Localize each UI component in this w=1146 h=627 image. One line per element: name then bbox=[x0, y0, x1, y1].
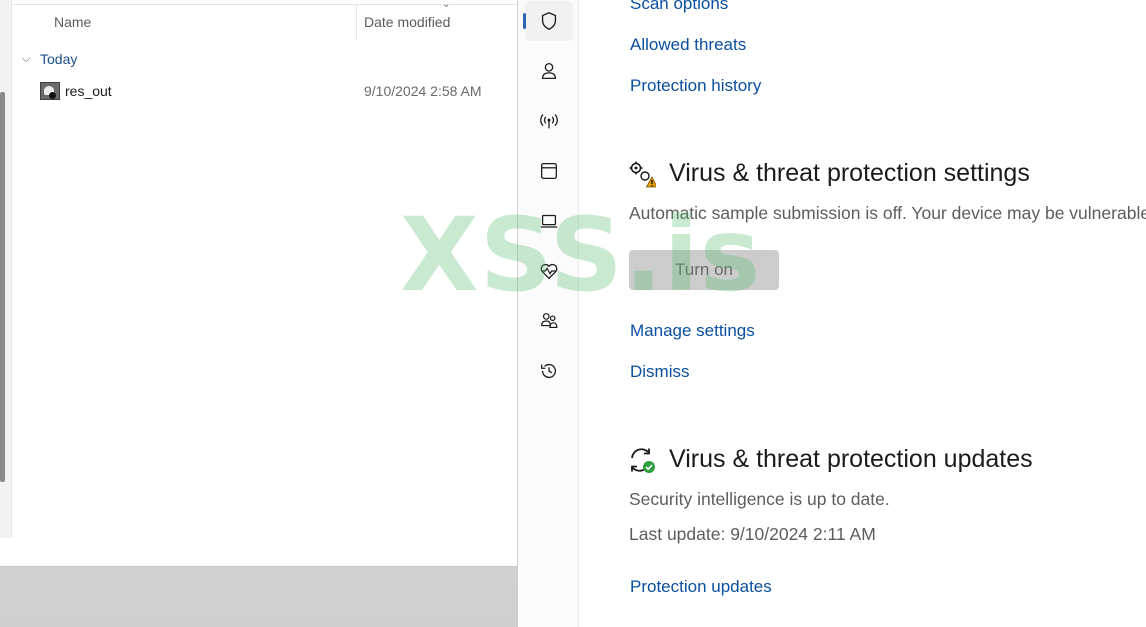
dismiss-link[interactable]: Dismiss bbox=[630, 362, 690, 382]
active-nav-indicator bbox=[523, 13, 526, 29]
history-icon bbox=[541, 363, 557, 379]
allowed-threats-link[interactable]: Allowed threats bbox=[630, 35, 746, 55]
scan-options-link[interactable]: Scan options bbox=[630, 0, 728, 14]
intelligence-status: Security intelligence is up to date. bbox=[629, 489, 890, 509]
device-security-icon bbox=[540, 214, 558, 228]
file-row[interactable]: res_out 9/10/2024 2:58 AM bbox=[38, 80, 508, 104]
updates-section-title: Virus & threat protection updates bbox=[669, 445, 1033, 473]
nav-firewall[interactable] bbox=[525, 101, 573, 141]
screen: Name ⌄ Date modified ⌵ Today res_out 9/1… bbox=[0, 0, 1146, 627]
nav-protection-history[interactable] bbox=[525, 351, 573, 391]
column-divider[interactable] bbox=[356, 5, 357, 39]
navigation-scrollbar[interactable] bbox=[0, 92, 5, 482]
nav-account-protection[interactable] bbox=[525, 51, 573, 91]
file-name: res_out bbox=[65, 83, 112, 99]
protection-history-link[interactable]: Protection history bbox=[630, 76, 761, 96]
protection-updates-link[interactable]: Protection updates bbox=[630, 577, 772, 597]
update-sync-icon bbox=[631, 448, 655, 473]
network-icon bbox=[540, 114, 558, 129]
column-header-bar: Name ⌄ Date modified bbox=[12, 0, 517, 39]
group-header-today[interactable]: ⌵ Today bbox=[22, 49, 77, 69]
file-explorer-window: Name ⌄ Date modified ⌵ Today res_out 9/1… bbox=[0, 0, 517, 567]
nav-device-health[interactable] bbox=[525, 251, 573, 291]
settings-section-title: Virus & threat protection settings bbox=[669, 159, 1030, 187]
account-icon bbox=[541, 63, 557, 79]
sample-submission-warning: Automatic sample submission is off. Your… bbox=[629, 203, 1146, 223]
group-label: Today bbox=[40, 51, 78, 67]
navigation-pane bbox=[0, 0, 12, 538]
chevron-down-icon[interactable]: ⌵ bbox=[22, 53, 40, 66]
settings-warning-icon bbox=[629, 161, 656, 188]
nav-family-options[interactable] bbox=[525, 301, 573, 341]
last-update-text: Last update: 9/10/2024 2:11 AM bbox=[629, 524, 876, 544]
file-date-modified: 9/10/2024 2:58 AM bbox=[364, 83, 482, 99]
family-options-icon bbox=[541, 313, 558, 329]
turn-on-button[interactable]: Turn on bbox=[629, 250, 779, 290]
image-file-icon bbox=[40, 82, 60, 100]
nav-app-browser-control[interactable] bbox=[525, 151, 573, 191]
column-header-name[interactable]: Name bbox=[54, 14, 91, 30]
windows-security-window: Scan options Allowed threats Protection … bbox=[517, 0, 1146, 627]
nav-device-security[interactable] bbox=[525, 201, 573, 241]
nav-virus-protection[interactable] bbox=[523, 1, 573, 41]
app-browser-icon bbox=[541, 163, 557, 179]
shield-icon bbox=[541, 12, 557, 30]
sort-chevron-icon: ⌄ bbox=[442, 0, 451, 10]
navigation-rail bbox=[518, 0, 579, 627]
main-content: Scan options Allowed threats Protection … bbox=[579, 0, 1146, 627]
manage-settings-link[interactable]: Manage settings bbox=[630, 321, 755, 341]
device-health-icon bbox=[540, 263, 558, 280]
column-header-date-modified[interactable]: Date modified bbox=[364, 14, 450, 30]
